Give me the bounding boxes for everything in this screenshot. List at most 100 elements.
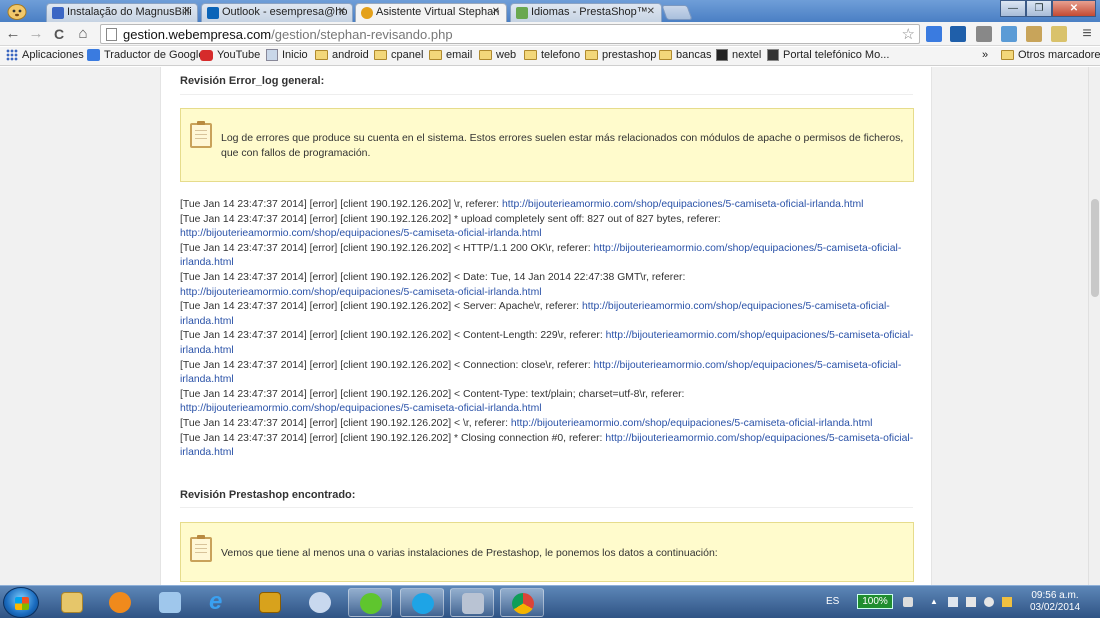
start-button[interactable]: [3, 587, 39, 618]
bookmark-folder-bancas[interactable]: bancas: [659, 49, 711, 61]
vertical-scrollbar[interactable]: [1088, 67, 1100, 585]
close-tab-icon[interactable]: ✕: [183, 6, 191, 17]
log-text: [Tue Jan 14 23:47:37 2014] [error] [clie…: [180, 301, 582, 313]
folder-icon: [1001, 50, 1014, 60]
log-text: [Tue Jan 14 23:47:37 2014] [error] [clie…: [180, 213, 721, 225]
log-entry: [Tue Jan 14 23:47:37 2014] [error] [clie…: [180, 198, 916, 213]
home-button[interactable]: ⌂: [74, 25, 92, 43]
extension-icon[interactable]: [950, 26, 966, 42]
bookmark-folder-android[interactable]: android: [315, 49, 369, 61]
notification-icon[interactable]: [1002, 597, 1012, 607]
bookmark-inicio[interactable]: Inicio: [266, 49, 308, 61]
bookmark-apps[interactable]: Aplicaciones: [6, 49, 84, 61]
bookmark-label: cpanel: [391, 49, 424, 61]
taskbar-chrome[interactable]: [500, 588, 544, 617]
close-tab-icon[interactable]: ✕: [338, 6, 346, 17]
close-tab-icon[interactable]: ✕: [647, 6, 655, 17]
notes-extension-icon[interactable]: [1026, 26, 1042, 42]
notice-prestashop: Vemos que tiene al menos una o varias in…: [180, 522, 914, 582]
nextel-icon: [716, 49, 728, 61]
tab-prestashop-idiomas[interactable]: Idiomas - PrestaShop™ ✕: [510, 3, 662, 22]
bookmark-star-icon[interactable]: ☆: [902, 25, 915, 43]
bookmark-google-translate[interactable]: Traductor de Google: [87, 49, 204, 61]
content-panel: Revisión Error_log general: Log de error…: [160, 67, 932, 585]
log-entry: [Tue Jan 14 23:47:37 2014] [error] [clie…: [180, 300, 916, 329]
taskbar-explorer[interactable]: [50, 588, 94, 617]
show-hidden-icons-icon[interactable]: ▲: [930, 597, 940, 607]
bookmark-portal-telefonico[interactable]: Portal telefónico Mo...: [767, 49, 889, 61]
tab-outlook[interactable]: Outlook - esempresa@ho ✕: [201, 3, 353, 22]
tab-title: Outlook - esempresa@ho: [222, 6, 348, 18]
referer-link[interactable]: http://bijouterieamormio.com/shop/equipa…: [511, 418, 873, 429]
tab-magnusbilling[interactable]: Instalação do MagnusBilli ✕: [46, 3, 198, 22]
bookmark-other[interactable]: Otros marcadores: [1001, 49, 1100, 61]
section-title-error-log: Revisión Error_log general:: [180, 75, 325, 87]
referer-link[interactable]: http://bijouterieamormio.com/shop/equipa…: [180, 403, 542, 414]
volume-icon[interactable]: [984, 597, 994, 607]
folder-icon: [479, 50, 492, 60]
tab-asistente-virtual[interactable]: Asistente Virtual Stephan ✕: [355, 3, 507, 22]
close-tab-icon[interactable]: ✕: [492, 6, 500, 17]
log-text: [Tue Jan 14 23:47:37 2014] [error] [clie…: [180, 359, 594, 371]
action-center-icon[interactable]: [948, 597, 958, 607]
taskbar-media-player[interactable]: [98, 588, 142, 617]
translate-extension-icon[interactable]: [926, 26, 942, 42]
folder-icon: [429, 50, 442, 60]
youtube-icon: [200, 49, 213, 61]
scrollbar-thumb[interactable]: [1091, 199, 1099, 297]
referer-link[interactable]: http://bijouterieamormio.com/shop/equipa…: [502, 199, 864, 210]
bookmark-label: bancas: [676, 49, 712, 61]
bookmark-folder-email[interactable]: email: [429, 49, 472, 61]
taskbar-paint[interactable]: [298, 588, 342, 617]
tools-extension-icon[interactable]: [976, 26, 992, 42]
taskbar-skype[interactable]: [400, 588, 444, 617]
system-clock[interactable]: 09:56 a.m. 03/02/2014: [1020, 590, 1090, 614]
bookmarks-overflow-chevron[interactable]: »: [982, 49, 988, 61]
url-text[interactable]: gestion.webempresa.com/gestion/stephan-r…: [123, 27, 453, 42]
bookmark-nextel[interactable]: nextel: [716, 49, 761, 61]
maximize-button[interactable]: ❐: [1026, 0, 1052, 17]
taskbar-internet-explorer[interactable]: e: [198, 588, 242, 617]
network-signal-icon[interactable]: [966, 597, 976, 607]
referer-link[interactable]: http://bijouterieamormio.com/shop/equipa…: [180, 228, 542, 239]
reload-button[interactable]: C: [50, 25, 68, 43]
folder-extension-icon[interactable]: [1051, 26, 1067, 42]
log-entry: [Tue Jan 14 23:47:37 2014] [error] [clie…: [180, 213, 916, 242]
log-entry: [Tue Jan 14 23:47:37 2014] [error] [clie…: [180, 271, 916, 300]
cloud-extension-icon[interactable]: [1001, 26, 1017, 42]
divider: [180, 507, 913, 508]
taskbar-virtualbox[interactable]: [450, 588, 494, 617]
new-tab-button[interactable]: [661, 5, 693, 20]
chrome-menu-button[interactable]: ≡: [1078, 25, 1096, 43]
folder-icon: [524, 50, 537, 60]
close-window-button[interactable]: ✕: [1052, 0, 1096, 17]
error-log: [Tue Jan 14 23:47:37 2014] [error] [clie…: [180, 198, 916, 461]
forward-button[interactable]: →: [27, 25, 45, 43]
minimize-button[interactable]: —: [1000, 0, 1026, 17]
bookmark-folder-cpanel[interactable]: cpanel: [374, 49, 423, 61]
bookmark-youtube[interactable]: YouTube: [200, 49, 260, 61]
log-entry: [Tue Jan 14 23:47:37 2014] [error] [clie…: [180, 417, 916, 432]
bookmark-folder-prestashop[interactable]: prestashop: [585, 49, 656, 61]
profile-avatar-icon[interactable]: [6, 2, 28, 20]
taskbar-network[interactable]: [148, 588, 192, 617]
bookmark-folder-telefono[interactable]: telefono: [524, 49, 580, 61]
notice-text: Log de errores que produce su cuenta en …: [221, 132, 904, 159]
bookmark-folder-web[interactable]: web: [479, 49, 516, 61]
page-icon: [106, 28, 117, 41]
bookmarks-bar: Aplicaciones Traductor de Google YouTube…: [0, 47, 1100, 66]
battery-icon[interactable]: [903, 597, 913, 607]
address-bar[interactable]: gestion.webempresa.com/gestion/stephan-r…: [100, 24, 920, 44]
log-text: [Tue Jan 14 23:47:37 2014] [error] [clie…: [180, 242, 594, 254]
log-entry: [Tue Jan 14 23:47:37 2014] [error] [clie…: [180, 242, 916, 271]
back-button[interactable]: ←: [4, 25, 22, 43]
battery-indicator[interactable]: 100%: [857, 594, 893, 609]
clock-date: 03/02/2014: [1029, 602, 1081, 613]
taskbar-fireworks[interactable]: [248, 588, 292, 617]
referer-link[interactable]: http://bijouterieamormio.com/shop/equipa…: [180, 287, 542, 298]
taskbar-icq[interactable]: [348, 588, 392, 617]
windows-taskbar: e ES 100% ▲ 09:56 a.m. 03/02/2014: [0, 585, 1100, 618]
bookmark-label: Traductor de Google: [104, 49, 205, 61]
language-indicator[interactable]: ES: [826, 596, 839, 607]
page-viewport[interactable]: Revisión Error_log general: Log de error…: [0, 67, 1088, 585]
